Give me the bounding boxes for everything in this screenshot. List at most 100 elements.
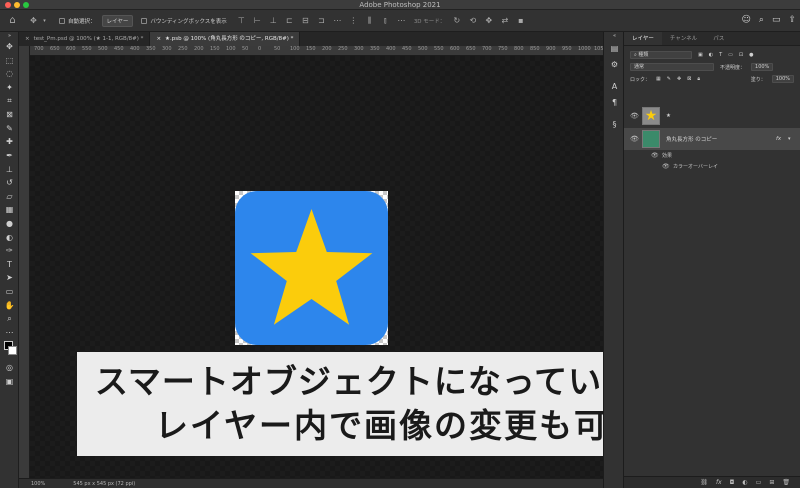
- color-swatches[interactable]: [0, 339, 19, 361]
- lock-pixels-icon[interactable]: ✎: [667, 76, 671, 82]
- 3d-scale-icon[interactable]: ▪: [516, 16, 525, 25]
- user-icon[interactable]: ☺: [742, 15, 751, 25]
- add-style-icon[interactable]: fx: [716, 479, 722, 486]
- healing-brush-tool-icon[interactable]: ✚: [0, 135, 19, 149]
- align-top-icon[interactable]: ⊤: [237, 16, 246, 25]
- history-brush-tool-icon[interactable]: ↺: [0, 176, 19, 190]
- glyphs-panel-icon[interactable]: §: [604, 116, 625, 132]
- delete-layer-icon[interactable]: 🗑︎: [782, 479, 790, 486]
- workspace-icon[interactable]: ▭: [772, 15, 781, 25]
- distribute-icon[interactable]: ⋯: [333, 16, 342, 25]
- link-layers-icon[interactable]: ⛓︎: [700, 479, 708, 486]
- path-selection-tool-icon[interactable]: ➤: [0, 271, 19, 285]
- paragraph-panel-icon[interactable]: ¶: [604, 94, 625, 110]
- share-icon[interactable]: ⇪: [788, 15, 796, 25]
- visibility-eye-icon[interactable]: 👁︎: [630, 135, 639, 143]
- eyedropper-tool-icon[interactable]: ✎: [0, 122, 19, 136]
- magic-wand-tool-icon[interactable]: ✦: [0, 81, 19, 95]
- collapse-toolbar-icon[interactable]: »: [0, 32, 19, 40]
- new-layer-icon[interactable]: ⊞: [769, 479, 774, 486]
- screen-mode-icon[interactable]: ▣: [0, 375, 19, 389]
- more-tools-icon[interactable]: ⋯: [0, 325, 19, 339]
- layer-effect-color-overlay[interactable]: 👁︎ カラーオーバーレイ: [624, 161, 800, 172]
- layer-row-star[interactable]: 👁︎ ★ ★: [624, 104, 800, 128]
- fill-input[interactable]: 100%: [771, 75, 794, 83]
- layer-effects-row[interactable]: 👁︎ 効果: [624, 150, 800, 161]
- frame-tool-icon[interactable]: ⊠: [0, 108, 19, 122]
- tab-layers[interactable]: レイヤー: [624, 32, 662, 45]
- visibility-eye-icon[interactable]: 👁︎: [651, 152, 659, 159]
- quick-mask-icon[interactable]: ◎: [0, 361, 19, 375]
- chevron-down-icon[interactable]: ▾: [788, 136, 791, 142]
- distribute-space-icon[interactable]: ⫾: [381, 16, 390, 25]
- new-group-icon[interactable]: ▭: [756, 479, 762, 486]
- tab-close-icon[interactable]: ×: [156, 32, 161, 46]
- align-bottom-icon[interactable]: ⊥: [269, 16, 278, 25]
- blur-tool-icon[interactable]: ●: [0, 217, 19, 231]
- zoom-level[interactable]: 100%: [31, 479, 45, 488]
- tab-paths[interactable]: パス: [705, 32, 732, 45]
- filter-adjustment-icon[interactable]: ◐: [709, 52, 713, 58]
- show-transform-checkbox[interactable]: バウンディングボックスを表示: [141, 17, 227, 25]
- gradient-tool-icon[interactable]: ▦: [0, 203, 19, 217]
- lasso-tool-icon[interactable]: ◌: [0, 67, 19, 81]
- 3d-slide-icon[interactable]: ⇄: [500, 16, 509, 25]
- layer-row-rounded-rect-copy[interactable]: 👁︎ 角丸長方形 のコピー fx ▾: [624, 128, 800, 150]
- dodge-tool-icon[interactable]: ◐: [0, 230, 19, 244]
- filter-shape-icon[interactable]: ▭: [728, 52, 733, 58]
- align-right-icon[interactable]: ⊐: [317, 16, 326, 25]
- 3d-orbit-icon[interactable]: ↻: [452, 16, 461, 25]
- move-tool-icon[interactable]: ✥: [0, 40, 19, 54]
- lock-transparency-icon[interactable]: ▦: [656, 76, 661, 82]
- visibility-eye-icon[interactable]: 👁︎: [662, 163, 670, 170]
- filter-type-icon[interactable]: T: [719, 52, 722, 58]
- lock-artboard-icon[interactable]: ⊠: [687, 76, 691, 82]
- lock-position-icon[interactable]: ✥: [677, 76, 681, 82]
- home-icon[interactable]: ⌂: [8, 15, 17, 26]
- tab-channels[interactable]: チャンネル: [662, 32, 705, 45]
- move-tool-icon[interactable]: ✥: [29, 16, 38, 25]
- 3d-pan-icon[interactable]: ✥: [484, 16, 493, 25]
- properties-panel-icon[interactable]: ⚙: [604, 56, 625, 72]
- adjustment-layer-icon[interactable]: ◐: [742, 479, 747, 486]
- visibility-eye-icon[interactable]: 👁︎: [630, 112, 639, 120]
- 3d-roll-icon[interactable]: ⟲: [468, 16, 477, 25]
- lock-all-icon[interactable]: 🔒︎: [697, 76, 700, 82]
- brush-tool-icon[interactable]: ✒: [0, 149, 19, 163]
- tab-close-icon[interactable]: ×: [25, 32, 30, 46]
- more-options-icon[interactable]: ⋯: [397, 16, 406, 25]
- layer-fx-badge[interactable]: fx: [776, 136, 781, 142]
- eraser-tool-icon[interactable]: ▱: [0, 190, 19, 204]
- background-color-swatch[interactable]: [8, 346, 17, 356]
- filter-smart-object-icon[interactable]: ⊡: [739, 52, 743, 58]
- marquee-tool-icon[interactable]: ⬚: [0, 54, 19, 68]
- auto-select-checkbox[interactable]: 自動選択：: [59, 17, 96, 25]
- chevron-down-icon[interactable]: ▾: [40, 16, 49, 25]
- distribute-vertical-icon[interactable]: ⋮: [349, 16, 358, 25]
- expand-panels-icon[interactable]: «: [604, 32, 625, 40]
- ruler-tick-label: 550: [82, 46, 92, 52]
- crop-tool-icon[interactable]: ⌗: [0, 94, 19, 108]
- character-panel-icon[interactable]: A: [604, 78, 625, 94]
- distribute-horizontal-icon[interactable]: ⫼: [365, 16, 374, 25]
- add-mask-icon[interactable]: ◘: [730, 479, 735, 486]
- align-center-icon[interactable]: ⊟: [301, 16, 310, 25]
- auto-select-dropdown[interactable]: レイヤー: [101, 14, 134, 27]
- rectangle-tool-icon[interactable]: ▭: [0, 285, 19, 299]
- filter-pixel-icon[interactable]: ▣: [698, 52, 703, 58]
- search-icon[interactable]: ⌕: [759, 15, 764, 25]
- filter-toggle-icon[interactable]: ●: [749, 52, 753, 58]
- pen-tool-icon[interactable]: ✑: [0, 244, 19, 258]
- layer-filter-dropdown[interactable]: ⌕ 種類: [630, 51, 692, 59]
- tab-test-pm[interactable]: × test_Pm.psd @ 100% (★ 1-1, RGB/8#) *: [19, 32, 151, 46]
- blend-mode-dropdown[interactable]: 通常: [630, 63, 714, 71]
- opacity-input[interactable]: 100%: [751, 63, 774, 71]
- zoom-tool-icon[interactable]: ⌕: [0, 312, 19, 326]
- type-tool-icon[interactable]: T: [0, 258, 19, 272]
- align-left-icon[interactable]: ⊏: [285, 16, 294, 25]
- history-panel-icon[interactable]: ▤: [604, 40, 625, 56]
- stamp-tool-icon[interactable]: ⊥: [0, 162, 19, 176]
- hand-tool-icon[interactable]: ✋: [0, 298, 19, 312]
- align-middle-icon[interactable]: ⊢: [253, 16, 262, 25]
- tab-star-psb[interactable]: × ★.psb @ 100% (角丸長方形 のコピー, RGB/8#) *: [150, 32, 301, 46]
